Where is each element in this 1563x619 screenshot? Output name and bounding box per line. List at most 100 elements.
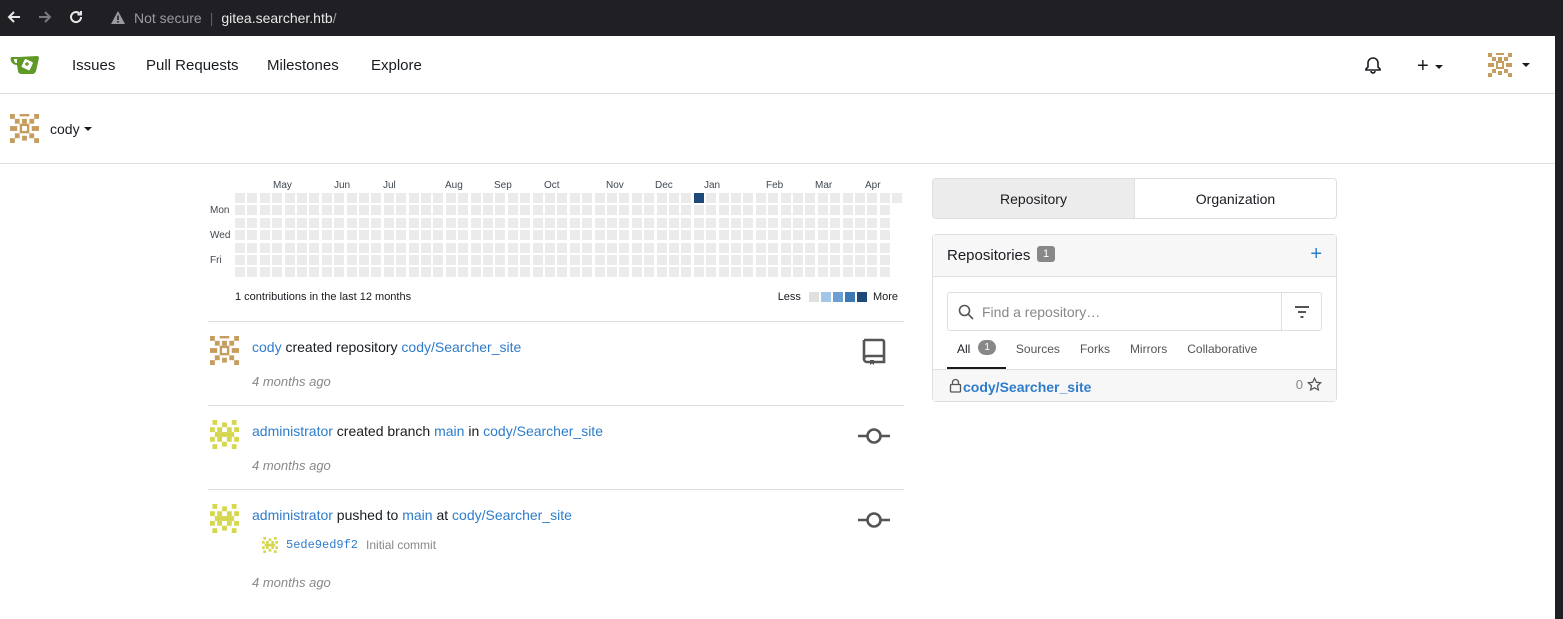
subtab-mirrors[interactable]: Mirrors [1120, 339, 1177, 369]
heatmap-cell [322, 193, 332, 203]
heatmap-cell [830, 193, 840, 203]
heatmap-cell [880, 218, 890, 228]
subtab-forks[interactable]: Forks [1070, 339, 1120, 369]
heatmap-cell [297, 218, 307, 228]
nav-milestones[interactable]: Milestones [267, 57, 339, 74]
heatmap-cell [731, 267, 741, 277]
heatmap-cell [396, 255, 406, 265]
heatmap-cell [508, 243, 518, 253]
heatmap-cell [533, 205, 543, 215]
heatmap-cell [706, 267, 716, 277]
heatmap-cell [669, 230, 679, 240]
gitea-logo-icon[interactable] [10, 52, 42, 76]
subtab-collaborative[interactable]: Collaborative [1177, 339, 1267, 369]
heatmap-cell [545, 267, 555, 277]
subtab-all[interactable]: All 1 [947, 339, 1006, 369]
address-bar[interactable]: Not secure | gitea.searcher.htb / [100, 3, 1540, 33]
heatmap-cell [719, 243, 729, 253]
heatmap-cell [322, 205, 332, 215]
heatmap-cell [582, 255, 592, 265]
heatmap-cell [669, 243, 679, 253]
heatmap-cell [607, 267, 617, 277]
top-navbar: Issues Pull Requests Milestones Explore … [0, 36, 1555, 94]
repo-search [947, 292, 1322, 331]
avatar[interactable] [210, 504, 239, 533]
filter-button[interactable] [1281, 293, 1321, 330]
branch-link[interactable]: main [434, 423, 464, 439]
commit-sha-link[interactable]: 5ede9ed9f2 [286, 538, 358, 552]
heatmap-cell [756, 255, 766, 265]
forward-icon[interactable] [35, 7, 55, 27]
heatmap-cell [334, 193, 344, 203]
heatmap-cell [495, 230, 505, 240]
repo-name-link[interactable]: cody/Searcher_site [963, 379, 1091, 395]
actor-link[interactable]: cody [252, 339, 282, 355]
feed-action: pushed to [332, 507, 403, 523]
tab-organization[interactable]: Organization [1135, 179, 1336, 218]
add-repo-button[interactable]: + [1310, 243, 1322, 266]
heatmap-cell [260, 205, 270, 215]
heatmap-cell [285, 205, 295, 215]
heatmap-cell [830, 267, 840, 277]
actor-link[interactable]: administrator [252, 423, 333, 439]
heatmap-cell [570, 243, 580, 253]
heatmap-cell [743, 230, 753, 240]
heatmap-cell [632, 267, 642, 277]
heatmap-cell [867, 230, 877, 240]
avatar[interactable] [210, 336, 239, 365]
heatmap-cell [632, 255, 642, 265]
heatmap-cell [396, 243, 406, 253]
heatmap-cell [533, 243, 543, 253]
heatmap-cell [570, 218, 580, 228]
git-commit-icon [858, 428, 890, 444]
bell-icon[interactable] [1364, 56, 1382, 74]
branch-link[interactable]: main [402, 507, 432, 523]
subtab-sources[interactable]: Sources [1006, 339, 1070, 369]
heatmap-cell [595, 205, 605, 215]
back-icon[interactable] [4, 7, 24, 27]
heatmap-cell [495, 205, 505, 215]
nav-issues[interactable]: Issues [72, 57, 115, 74]
heatmap-cell [495, 243, 505, 253]
heatmap-cell [867, 205, 877, 215]
repos-count-badge: 1 [1037, 246, 1056, 262]
avatar[interactable] [210, 420, 239, 449]
heatmap-cell [247, 193, 257, 203]
search-input[interactable] [982, 303, 1242, 320]
heatmap-cell [644, 193, 654, 203]
heatmap-cell [458, 255, 468, 265]
heatmap-cell [880, 205, 890, 215]
heatmap-cell [731, 205, 741, 215]
legend-swatch [820, 292, 831, 302]
heatmap-cell [347, 255, 357, 265]
create-menu[interactable]: + [1417, 55, 1443, 78]
nav-explore[interactable]: Explore [371, 57, 422, 74]
reload-icon[interactable] [66, 7, 86, 27]
repo-list-item[interactable]: cody/Searcher_site 0 [933, 369, 1336, 401]
heatmap-cell [359, 193, 369, 203]
repo-link[interactable]: cody/Searcher_site [401, 339, 521, 355]
actor-link[interactable]: administrator [252, 507, 333, 523]
heatmap-cell [570, 255, 580, 265]
heatmap-cell [520, 243, 530, 253]
repo-link[interactable]: cody/Searcher_site [452, 507, 572, 523]
repo-list-panel: Repositories 1 + All 1 Sources Forks Mirr… [932, 234, 1337, 402]
heatmap-cell [669, 255, 679, 265]
heatmap-cell [570, 193, 580, 203]
heatmap-cell [681, 267, 691, 277]
heatmap-cell [756, 243, 766, 253]
repo-link[interactable]: cody/Searcher_site [483, 423, 603, 439]
feed-action: created repository [281, 339, 402, 355]
nav-pull-requests[interactable]: Pull Requests [146, 57, 239, 74]
month-label: Sep [494, 180, 512, 191]
context-switcher[interactable]: cody [10, 114, 92, 143]
heatmap-cell [433, 205, 443, 215]
heatmap-cell [272, 230, 282, 240]
month-label: Jan [704, 180, 721, 191]
heatmap-cell [508, 218, 518, 228]
user-menu[interactable] [1488, 53, 1530, 77]
tab-repository[interactable]: Repository [933, 179, 1135, 218]
star-count: 0 [1296, 377, 1322, 392]
heatmap-cell [359, 255, 369, 265]
heatmap-cell [446, 267, 456, 277]
